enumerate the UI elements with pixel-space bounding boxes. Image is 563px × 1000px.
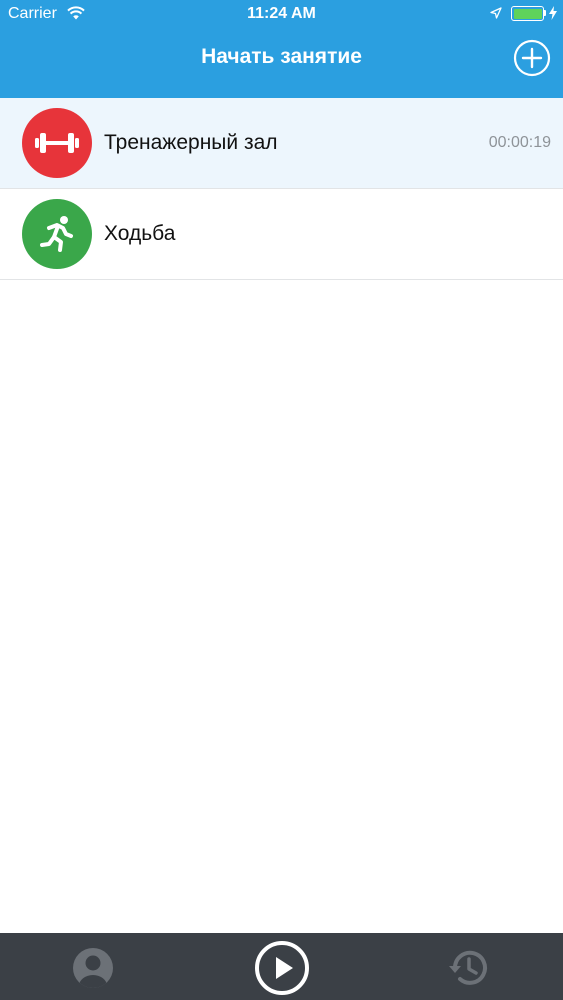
history-icon xyxy=(449,950,487,985)
walking-icon-badge xyxy=(22,199,92,269)
dumbbell-icon xyxy=(35,133,79,153)
battery-cap xyxy=(544,10,546,16)
play-icon xyxy=(255,941,309,995)
activity-row-gym[interactable]: Тренажерный зал 00:00:19 xyxy=(0,98,563,189)
charging-icon xyxy=(549,6,557,20)
tab-history[interactable] xyxy=(446,946,490,990)
tab-profile[interactable] xyxy=(71,946,115,990)
status-time: 11:24 AM xyxy=(247,5,316,22)
location-icon xyxy=(490,7,502,19)
activity-timer: 00:00:19 xyxy=(488,134,551,151)
activity-row-walking[interactable]: Ходьба xyxy=(0,189,563,280)
header: Carrier 11:24 AM Начать занятие xyxy=(0,0,563,98)
running-icon xyxy=(40,216,73,252)
battery-icon xyxy=(511,6,544,21)
plus-circle-icon[interactable] xyxy=(513,39,551,77)
page-title: Начать занятие xyxy=(201,45,362,68)
status-bar: Carrier 11:24 AM xyxy=(0,0,563,30)
gym-icon-badge xyxy=(22,108,92,178)
activity-list: Тренажерный зал 00:00:19 Ходьба xyxy=(0,98,563,280)
profile-icon xyxy=(73,948,113,988)
tab-start[interactable] xyxy=(254,940,310,996)
tab-bar xyxy=(0,933,563,1000)
activity-label: Тренажерный зал xyxy=(104,131,278,154)
activity-label: Ходьба xyxy=(104,222,176,245)
